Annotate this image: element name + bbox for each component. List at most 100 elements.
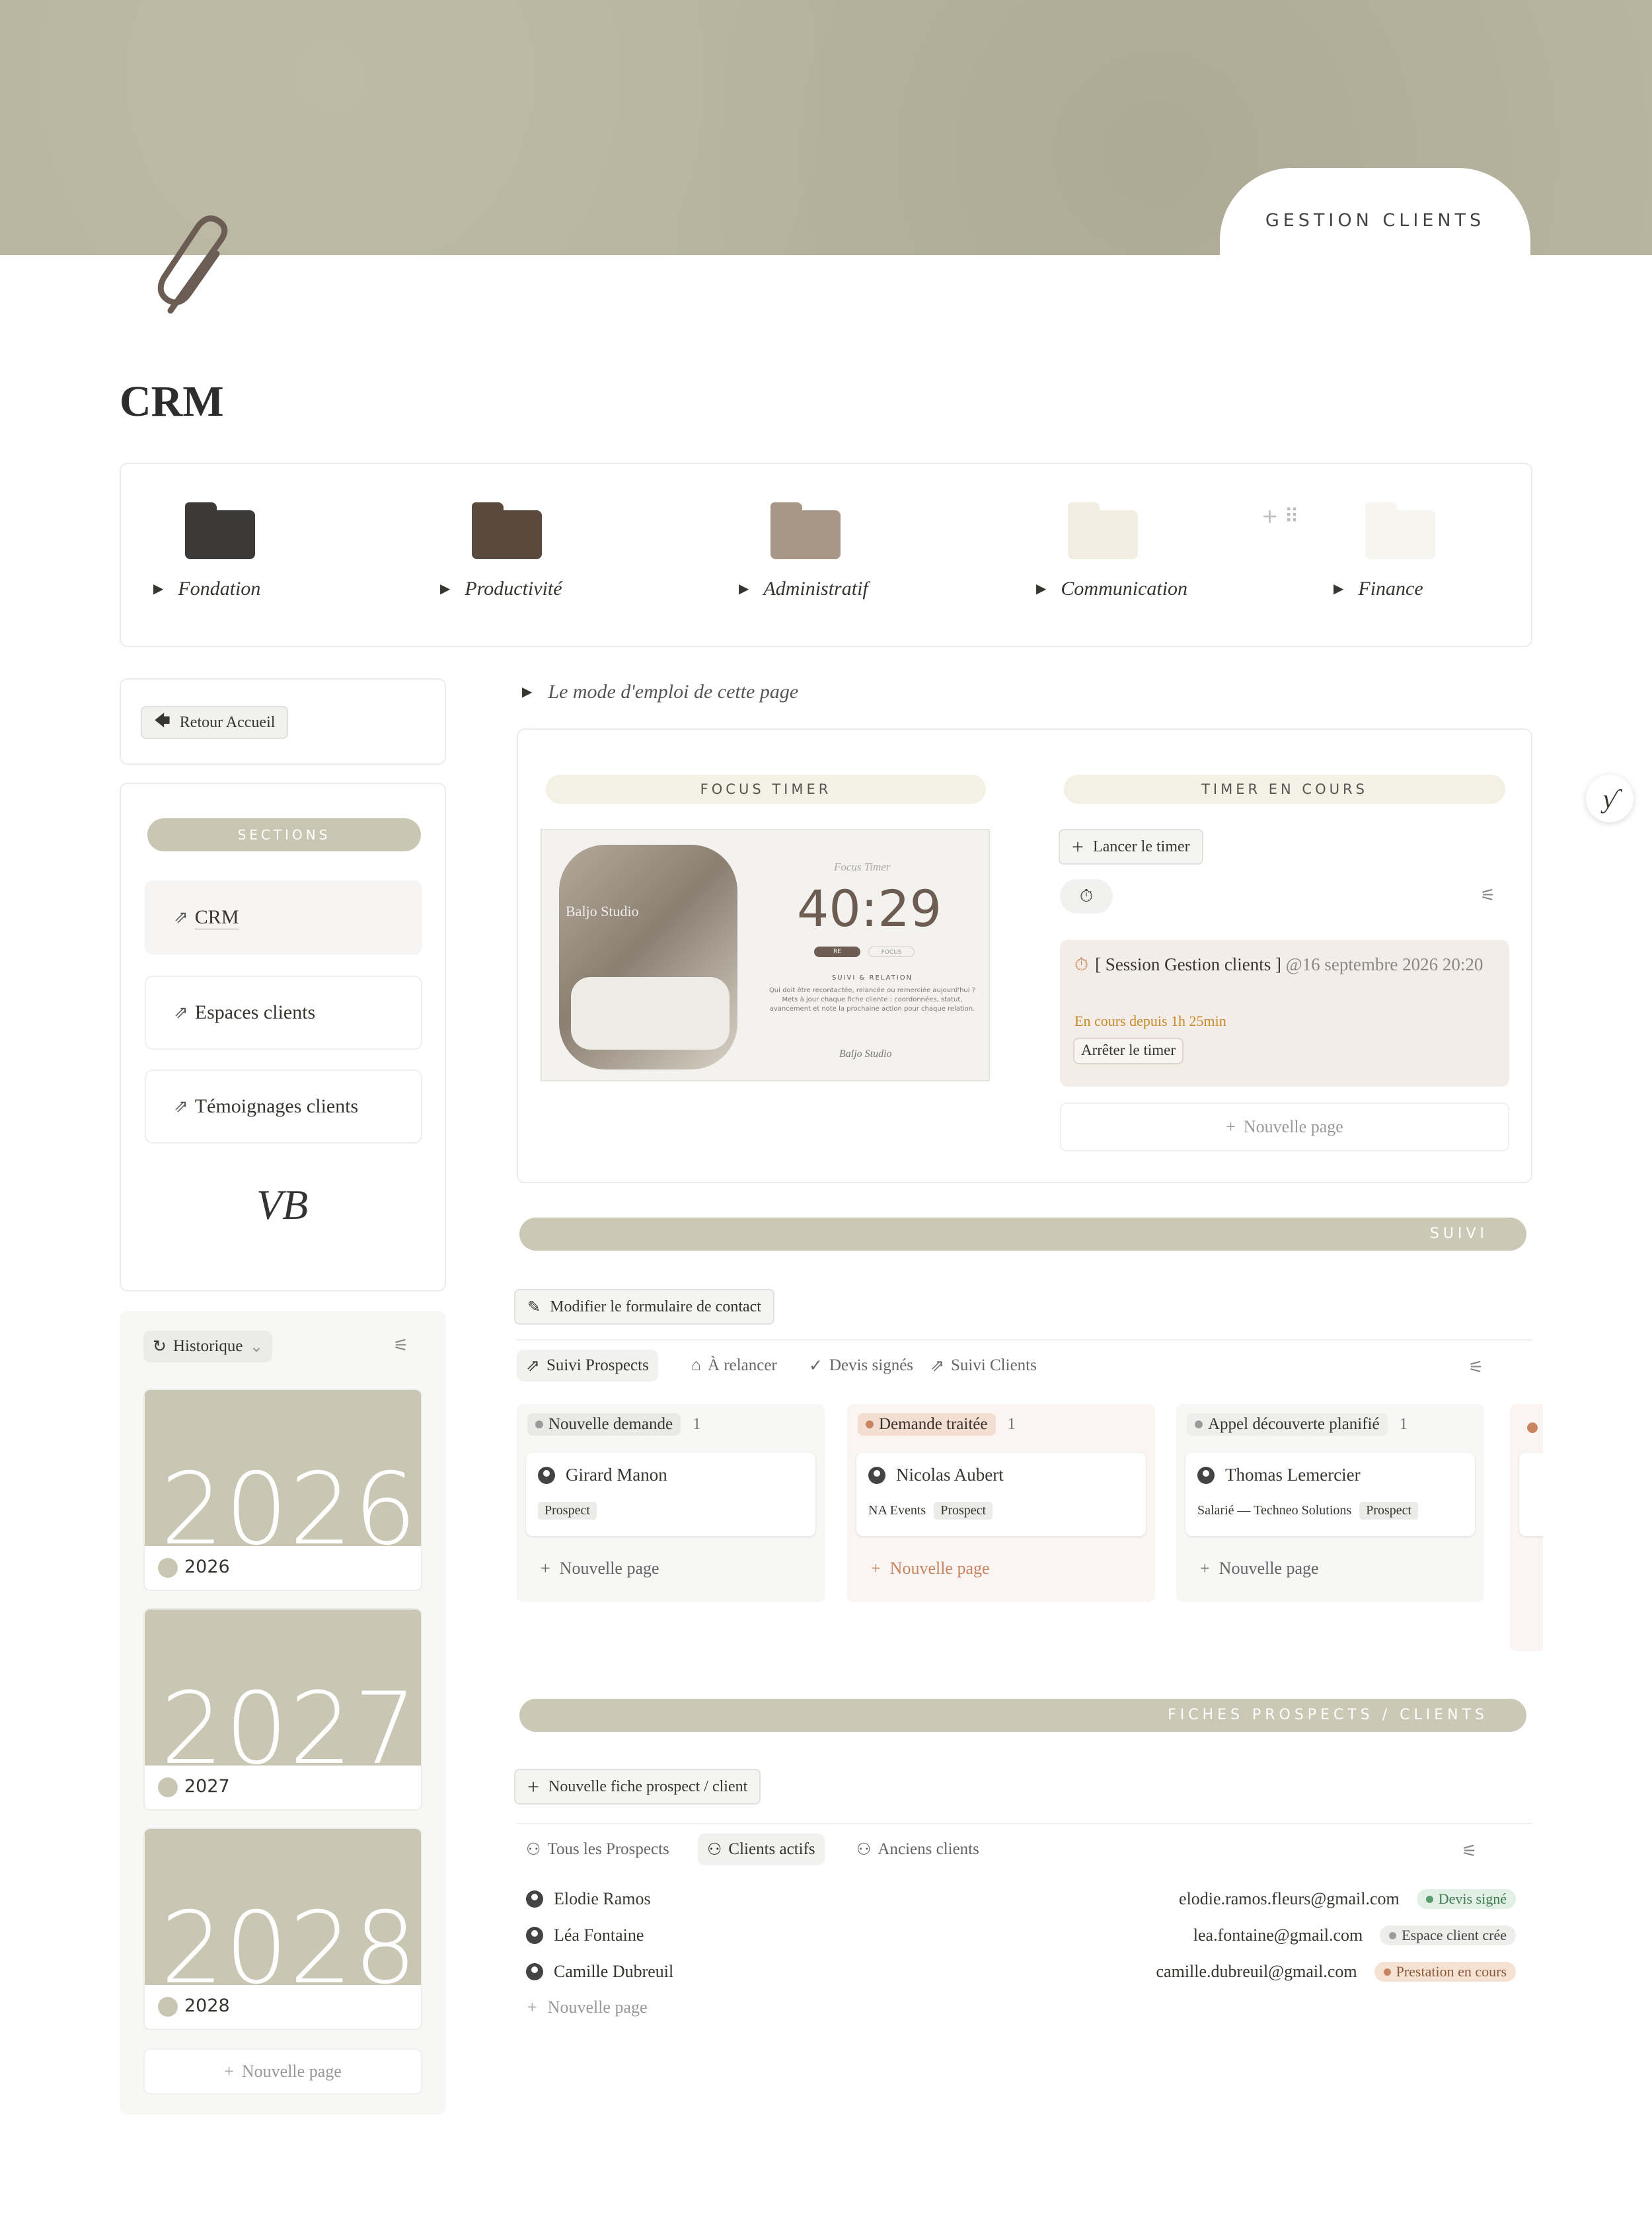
status-badge: Prestation en cours — [1374, 1962, 1516, 1982]
kanban-new-page[interactable]: + Nouvelle page — [526, 1545, 815, 1592]
filter-icon[interactable]: ⚟ — [393, 1336, 408, 1356]
timer-icon-button[interactable]: ⏱ — [1060, 879, 1113, 913]
side-widget-icon[interactable]: ƴ — [1586, 775, 1633, 822]
sections-label: SECTIONS — [147, 818, 421, 851]
history-new-page[interactable]: + Nouvelle page — [143, 2048, 422, 2095]
folder-toggle[interactable]: Administratif — [739, 578, 868, 600]
modify-form-button[interactable]: ✎ Modifier le formulaire de contact — [514, 1289, 774, 1325]
back-home-button[interactable]: 🡄 Retour Accueil — [141, 706, 289, 739]
year-label: 2027 — [184, 1776, 230, 1797]
year-big-text: 2028 — [161, 1891, 418, 1985]
year-big-text: 2027 — [161, 1672, 418, 1766]
plus-icon: + — [871, 1559, 881, 1578]
folder-toggle[interactable]: Productivité — [440, 578, 562, 600]
cover-tab-label: GESTION CLIENTS — [1265, 210, 1485, 231]
timer-box: FOCUS TIMER TIMER EN COURS Baljo Studio … — [517, 728, 1532, 1183]
back-home-label: Retour Accueil — [179, 713, 276, 731]
fiches-new-page[interactable]: + Nouvelle page — [526, 1990, 1524, 2025]
edit-form-icon: ✎ — [527, 1298, 541, 1316]
tab-fiches[interactable]: ⚇ Anciens clients — [847, 1834, 989, 1865]
arrow-left-icon: 🡄 — [154, 712, 170, 730]
kanban-card[interactable]: Nicolas Aubert NA Events Prospect — [856, 1453, 1146, 1536]
history-icon: ↻ — [153, 1338, 167, 1356]
tab-suivi[interactable]: ✓ Devis signés — [800, 1350, 922, 1381]
year-card[interactable]: 2027 2027 — [143, 1608, 422, 1810]
kanban-card[interactable]: Thomas Lemercier Salarié — Techneo Soluti… — [1185, 1453, 1475, 1536]
link-icon: ⇗ — [174, 908, 188, 927]
clock-icon: ⏱ — [1074, 954, 1089, 974]
tab-suivi[interactable]: ⇗ Suivi Prospects — [517, 1350, 658, 1381]
client-email: camille.dubreuil@gmail.com — [1156, 1962, 1357, 1981]
client-name: Camille Dubreuil — [554, 1962, 674, 1981]
folder-icon — [1068, 502, 1141, 559]
sidebar-item-temoignages[interactable]: ⇗ Témoignages clients — [145, 1069, 422, 1144]
plus-icon: + — [527, 1774, 540, 1799]
client-name: Léa Fontaine — [554, 1925, 644, 1945]
person-icon — [538, 1466, 555, 1484]
add-block-icon[interactable]: + ⠿ — [1261, 505, 1299, 528]
year-card[interactable]: 2028 2028 — [143, 1828, 422, 2030]
status-badge: Demande traitée — [858, 1413, 996, 1436]
filter-icon[interactable]: ⚟ — [1462, 1842, 1477, 1861]
history-view-button[interactable]: ↻ Historique ⌄ — [143, 1331, 273, 1362]
kanban-new-page[interactable]: + Nouvelle page — [1185, 1545, 1475, 1592]
people-icon: ⚇ — [856, 1841, 872, 1859]
session-title: [ Session Gestion clients ] — [1095, 954, 1282, 974]
status-badge: Devis signé — [1416, 1889, 1516, 1909]
link-icon: ⇗ — [174, 1097, 188, 1116]
person-icon — [526, 1963, 543, 1980]
back-box: 🡄 Retour Accueil — [120, 678, 446, 765]
folder-toggle[interactable]: Finance — [1333, 578, 1423, 600]
stop-timer-button[interactable]: Arrêter le timer — [1073, 1038, 1184, 1064]
timer-new-page[interactable]: + Nouvelle page — [1060, 1103, 1509, 1151]
folder-toggle[interactable]: Communication — [1036, 578, 1187, 600]
session-since: En cours depuis 1h 25min — [1074, 1013, 1226, 1029]
launch-timer-button[interactable]: + Lancer le timer — [1059, 829, 1203, 865]
client-email: elodie.ramos.fleurs@gmail.com — [1179, 1889, 1400, 1908]
year-cover: 2028 — [145, 1829, 421, 1985]
fiches-tabs: ⚟ ⚇ Tous les Prospects ⚇ Clients actifs ⚇ Anc… — [517, 1823, 1532, 1869]
sidebar-item-label: Espaces clients — [194, 1001, 316, 1023]
kanban-partial-column — [1510, 1404, 1543, 1651]
client-name: Elodie Ramos — [554, 1889, 651, 1908]
mode-emploi-toggle[interactable]: Le mode d'emploi de cette page — [522, 681, 798, 703]
kanban-column: Demande traitée 1 Nicolas Aubert NA Events P… — [847, 1404, 1155, 1602]
prospect-tag: Prospect — [538, 1502, 597, 1520]
table-row[interactable]: Camille Dubreuil camille.dubreuil@gmail.c… — [526, 1954, 1524, 1990]
table-row[interactable]: Léa Fontaine lea.fontaine@gmail.com Espace… — [526, 1918, 1524, 1953]
prospect-tag: Prospect — [1359, 1502, 1419, 1520]
status-badge: Nouvelle demande — [527, 1413, 681, 1436]
sidebar-item-espaces-clients[interactable]: ⇗ Espaces clients — [145, 976, 422, 1050]
timer-en-cours-label: TIMER EN COURS — [1064, 775, 1505, 804]
year-label: 2028 — [184, 1996, 230, 2016]
kanban-new-page[interactable]: + Nouvelle page — [856, 1545, 1146, 1592]
folder-toggle[interactable]: Fondation — [153, 578, 260, 600]
timer-clock: 40:29 — [797, 879, 942, 938]
plus-icon: + — [527, 1998, 537, 2017]
year-cover: 2027 — [145, 1610, 421, 1766]
kanban-column: Appel découverte planifié 1 Thomas Lemerci… — [1176, 1404, 1484, 1602]
suivi-bar: SUIVI — [519, 1218, 1526, 1251]
plus-icon: + — [1226, 1117, 1236, 1136]
tab-suivi[interactable]: ⌂ À relancer — [682, 1350, 786, 1381]
cover-tab: GESTION CLIENTS — [1220, 168, 1530, 267]
tab-fiches[interactable]: ⚇ Clients actifs — [698, 1834, 825, 1865]
client-email: lea.fontaine@gmail.com — [1193, 1925, 1363, 1945]
tab-suivi[interactable]: ⇗ Suivi Clients — [921, 1350, 1046, 1381]
session-card[interactable]: ⏱ [ Session Gestion clients ] @16 septemb… — [1060, 940, 1509, 1087]
person-icon — [526, 1890, 543, 1908]
plus-icon: + — [1200, 1559, 1210, 1578]
sidebar-item-crm[interactable]: ⇗ CRM — [145, 880, 422, 954]
new-fiche-button[interactable]: + Nouvelle fiche prospect / client — [514, 1769, 761, 1805]
person-icon — [526, 1927, 543, 1944]
filter-icon[interactable]: ⚟ — [1468, 1358, 1483, 1378]
table-row[interactable]: Elodie Ramos elodie.ramos.fleurs@gmail.co… — [526, 1881, 1524, 1917]
person-icon — [868, 1466, 885, 1484]
filter-icon[interactable]: ⚟ — [1480, 886, 1495, 906]
tab-fiches[interactable]: ⚇ Tous les Prospects — [517, 1834, 679, 1865]
people-icon: ⚇ — [526, 1841, 541, 1859]
focus-timer-image[interactable]: Baljo Studio Focus Timer 40:29 RE FOCUS … — [541, 829, 990, 1081]
kanban-card[interactable]: Girard Manon Prospect — [526, 1453, 815, 1536]
chevron-down-icon: ⌄ — [249, 1338, 264, 1356]
year-card[interactable]: 2026 2026 — [143, 1389, 422, 1591]
